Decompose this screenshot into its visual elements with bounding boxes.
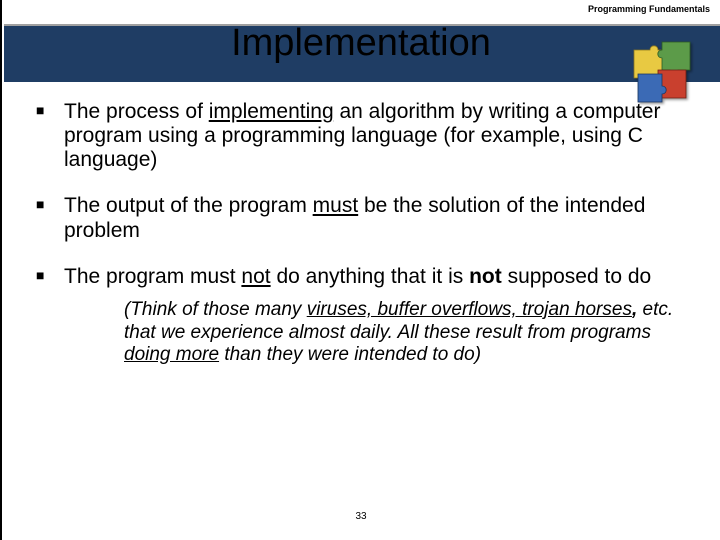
bullet-3: The program must not do anything that it… — [36, 265, 690, 368]
header-label: Programming Fundamentals — [588, 4, 710, 14]
bullet-list: The process of implementing an algorithm… — [36, 100, 690, 367]
slide: Programming Fundamentals Implementation … — [0, 0, 720, 540]
content-area: The process of implementing an algorithm… — [36, 100, 690, 389]
text: The output of the program — [64, 194, 313, 217]
bullet-1: The process of implementing an algorithm… — [36, 100, 690, 172]
bold-text: not — [469, 265, 502, 288]
slide-title: Implementation — [2, 22, 720, 65]
sub-note: (Think of those many viruses, buffer ove… — [124, 299, 690, 367]
underlined-text: doing more — [124, 344, 219, 365]
underlined-text: viruses, buffer overflows, trojan horses — [307, 299, 632, 320]
text: do anything that it is — [271, 265, 469, 288]
underlined-text: must — [313, 194, 359, 217]
bullet-2: The output of the program must be the so… — [36, 194, 690, 242]
underlined-text: not — [241, 265, 270, 288]
text: The process of — [64, 100, 209, 123]
text: (Think of those many — [124, 299, 307, 320]
text: The program must — [64, 265, 241, 288]
underlined-text: implementing — [209, 100, 334, 123]
text: than they were intended to do) — [219, 344, 481, 365]
page-number: 33 — [2, 511, 720, 522]
text: supposed to do — [502, 265, 651, 288]
puzzle-icon — [622, 30, 702, 110]
